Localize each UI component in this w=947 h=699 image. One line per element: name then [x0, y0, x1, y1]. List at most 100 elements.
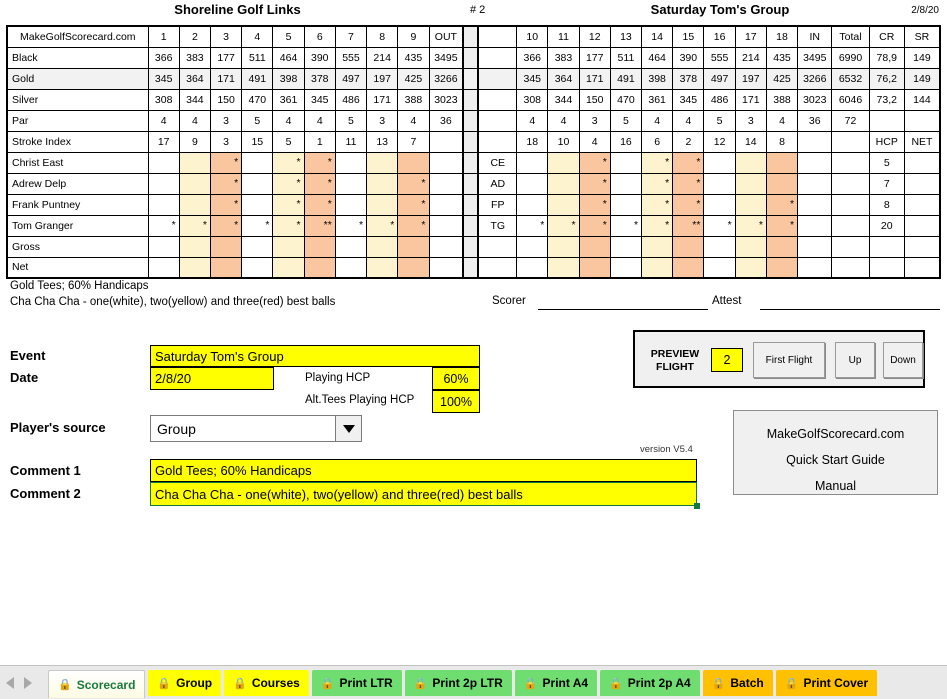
sheet-tab-print-ltr[interactable]: 🔒 Print LTR [311, 670, 402, 696]
player-score-cell[interactable] [178, 193, 211, 216]
player-out[interactable] [428, 193, 464, 216]
player-score-cell[interactable] [547, 172, 580, 195]
player-score-cell[interactable]: ** [672, 214, 705, 237]
player-score-cell[interactable]: * [272, 214, 305, 237]
player-score-cell[interactable]: * [334, 214, 368, 237]
player-score-cell[interactable]: * [547, 214, 580, 237]
sheet-tab-scorecard[interactable]: 🔒 Scorecard [48, 670, 146, 698]
player-name[interactable]: Adrew Delp [6, 172, 149, 195]
player-score-cell[interactable] [147, 172, 180, 195]
player-total[interactable] [831, 172, 870, 195]
attest-signature-line[interactable] [760, 309, 940, 310]
player-score-cell[interactable] [366, 193, 399, 216]
player-score-cell[interactable] [765, 172, 799, 195]
player-score-cell[interactable] [734, 193, 767, 216]
player-score-cell[interactable] [609, 151, 643, 174]
comment1-input[interactable]: Gold Tees; 60% Handicaps [150, 459, 697, 482]
player-score-cell[interactable]: * [397, 172, 430, 195]
link-manual[interactable]: Manual [734, 479, 937, 493]
player-score-cell[interactable]: * [241, 214, 274, 237]
player-score-cell[interactable] [734, 172, 767, 195]
player-in[interactable] [797, 172, 833, 195]
chevron-down-icon[interactable] [335, 416, 361, 441]
player-net[interactable] [903, 151, 941, 174]
player-score-cell[interactable] [334, 151, 368, 174]
player-score-cell[interactable]: * [147, 214, 180, 237]
player-score-cell[interactable] [241, 172, 274, 195]
player-score-cell[interactable]: * [703, 214, 736, 237]
player-score-cell[interactable] [366, 172, 399, 195]
player-score-cell[interactable]: * [516, 214, 549, 237]
player-score-cell[interactable] [765, 151, 799, 174]
player-net[interactable] [903, 193, 941, 216]
player-score-cell[interactable] [178, 151, 211, 174]
link-makegolfscorecard[interactable]: MakeGolfScorecard.com [734, 427, 937, 441]
player-score-cell[interactable]: * [672, 193, 705, 216]
player-score-cell[interactable]: * [641, 151, 674, 174]
cell-fill-handle[interactable] [694, 503, 700, 509]
player-score-cell[interactable]: * [209, 214, 243, 237]
player-in[interactable] [797, 214, 833, 237]
player-score-cell[interactable] [609, 172, 643, 195]
sheet-tab-print-2p-a4[interactable]: 🔒 Print 2p A4 [600, 670, 700, 696]
player-score-cell[interactable]: * [397, 214, 430, 237]
player-score-cell[interactable]: * [578, 172, 611, 195]
player-score-cell[interactable]: * [209, 172, 243, 195]
player-score-cell[interactable] [516, 193, 549, 216]
player-score-cell[interactable] [241, 193, 274, 216]
player-score-cell[interactable]: * [303, 151, 336, 174]
player-total[interactable] [831, 193, 870, 216]
sheet-tab-print-cover[interactable]: 🔒 Print Cover [775, 670, 878, 696]
player-score-cell[interactable] [516, 151, 549, 174]
up-button[interactable]: Up [835, 342, 875, 378]
prev-arrow-icon[interactable] [6, 677, 14, 689]
playing-hcp-input[interactable]: 60% [432, 367, 480, 390]
player-score-cell[interactable]: * [303, 193, 336, 216]
player-score-cell[interactable]: * [765, 214, 799, 237]
player-score-cell[interactable] [703, 151, 736, 174]
sheet-tab-courses[interactable]: 🔒 Courses [224, 670, 309, 696]
player-hcp[interactable]: 7 [868, 172, 905, 195]
player-score-cell[interactable]: * [209, 193, 243, 216]
player-score-cell[interactable]: * [672, 151, 705, 174]
player-score-cell[interactable]: * [272, 193, 305, 216]
player-score-cell[interactable]: * [578, 193, 611, 216]
down-button[interactable]: Down [883, 342, 923, 378]
player-in[interactable] [797, 151, 833, 174]
player-score-cell[interactable]: * [178, 214, 211, 237]
player-score-cell[interactable] [734, 151, 767, 174]
player-score-cell[interactable]: ** [303, 214, 336, 237]
player-hcp[interactable]: 20 [868, 214, 905, 237]
sheet-tab-batch[interactable]: 🔒 Batch [702, 670, 773, 696]
date-input[interactable]: 2/8/20 [150, 367, 274, 390]
player-score-cell[interactable] [241, 151, 274, 174]
player-score-cell[interactable]: * [578, 214, 611, 237]
player-name[interactable]: Frank Puntney [6, 193, 149, 216]
player-source-select[interactable]: Group [150, 415, 362, 442]
player-score-cell[interactable]: * [641, 172, 674, 195]
scorer-signature-line[interactable] [538, 309, 708, 310]
player-score-cell[interactable] [547, 151, 580, 174]
sheet-tab-group[interactable]: 🔒 Group [148, 670, 222, 696]
player-score-cell[interactable]: * [272, 151, 305, 174]
player-total[interactable] [831, 151, 870, 174]
next-arrow-icon[interactable] [24, 677, 32, 689]
alt-tees-hcp-input[interactable]: 100% [432, 390, 480, 413]
player-score-cell[interactable]: * [641, 214, 674, 237]
player-in[interactable] [797, 193, 833, 216]
event-input[interactable]: Saturday Tom's Group [150, 345, 480, 367]
player-total[interactable] [831, 214, 870, 237]
player-out[interactable] [428, 214, 464, 237]
player-score-cell[interactable]: * [609, 214, 643, 237]
player-score-cell[interactable] [397, 151, 430, 174]
player-score-cell[interactable]: * [641, 193, 674, 216]
player-score-cell[interactable] [147, 193, 180, 216]
preview-flight-value[interactable]: 2 [711, 348, 743, 372]
player-name[interactable]: Tom Granger [6, 214, 149, 237]
player-score-cell[interactable] [334, 193, 368, 216]
player-score-cell[interactable] [366, 151, 399, 174]
player-out[interactable] [428, 151, 464, 174]
player-net[interactable] [903, 172, 941, 195]
player-score-cell[interactable]: * [366, 214, 399, 237]
sheet-tab-print-a4[interactable]: 🔒 Print A4 [514, 670, 598, 696]
